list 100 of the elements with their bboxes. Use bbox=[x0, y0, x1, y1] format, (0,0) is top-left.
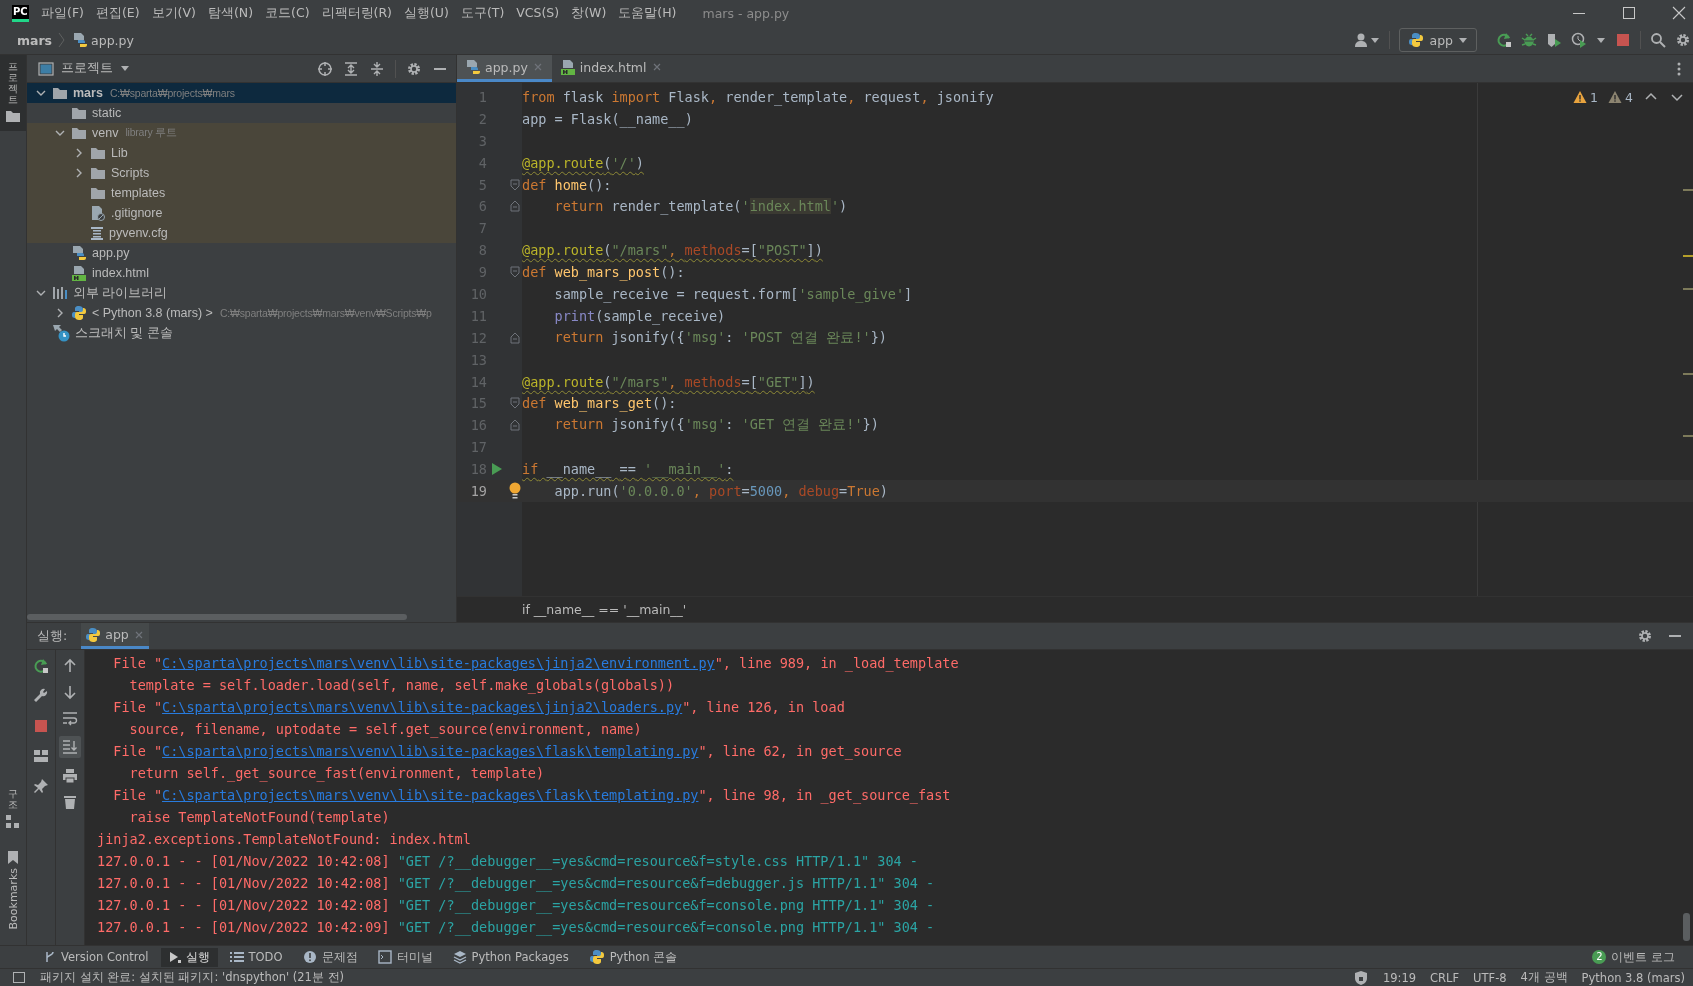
menu-item[interactable]: 도움말(H) bbox=[618, 4, 677, 22]
menu-item[interactable]: 리팩터링(R) bbox=[321, 4, 392, 22]
profile-icon[interactable] bbox=[1571, 32, 1587, 48]
menu-item[interactable]: 보기(V) bbox=[151, 4, 196, 22]
tool-window-button[interactable]: 터미널 bbox=[369, 947, 441, 967]
tree-item[interactable]: pyvenv.cfg bbox=[27, 223, 456, 243]
side-tab[interactable]: 구조 bbox=[0, 781, 26, 836]
panel-title-dropdown[interactable]: 프로젝트 bbox=[35, 60, 130, 77]
fold-icon[interactable] bbox=[509, 178, 520, 191]
scrollbar[interactable] bbox=[1683, 913, 1690, 941]
fold-icon[interactable] bbox=[509, 266, 520, 279]
menu-item[interactable]: 도구(T) bbox=[460, 4, 505, 22]
editor-tab[interactable]: index.html bbox=[551, 55, 671, 82]
tree-item[interactable]: static bbox=[27, 103, 456, 123]
rerun-icon[interactable] bbox=[33, 658, 49, 674]
tree-item[interactable]: app.py bbox=[27, 243, 456, 263]
tree-item[interactable]: Scripts bbox=[27, 163, 456, 183]
tree-item[interactable]: 스크래치 및 콘솔 bbox=[27, 323, 456, 343]
locate-icon[interactable] bbox=[317, 60, 333, 77]
run-icon[interactable] bbox=[491, 462, 503, 477]
console-line: File "C:\sparta\projects\mars\venv\lib\site-packages\jinja2\environment.py", line 989, in _load_template bbox=[112, 654, 960, 674]
file-link[interactable]: C:\sparta\projects\mars\venv\lib\site-packages\jinja2\environment.py bbox=[162, 655, 715, 671]
status-item[interactable]: Python 3.8 (mars) bbox=[1581, 970, 1685, 985]
editor-tab[interactable]: app.py bbox=[457, 55, 552, 82]
tree-item[interactable]: venv library 루트 bbox=[27, 123, 456, 143]
app-logo: PC bbox=[12, 4, 29, 22]
run-config-dropdown[interactable]: app bbox=[1399, 28, 1477, 52]
panel-toggle-icon[interactable] bbox=[12, 971, 26, 984]
menu-item[interactable]: 창(W) bbox=[571, 4, 607, 22]
menu-item[interactable]: 탐색(N) bbox=[207, 4, 254, 22]
layout-icon[interactable] bbox=[33, 748, 49, 764]
fold-icon[interactable] bbox=[509, 419, 520, 432]
tree-item[interactable]: index.html bbox=[27, 263, 456, 283]
down-arrow-icon[interactable] bbox=[62, 684, 78, 700]
tree-item[interactable]: templates bbox=[27, 183, 456, 203]
wrench-icon[interactable] bbox=[33, 688, 49, 704]
menu-item[interactable]: 파일(F) bbox=[41, 4, 84, 22]
fold-icon[interactable] bbox=[509, 200, 520, 213]
file-link[interactable]: C:\sparta\projects\mars\venv\lib\site-packages\jinja2\loaders.py bbox=[162, 699, 683, 715]
tree-item[interactable]: Lib bbox=[27, 143, 456, 163]
scrollbar[interactable] bbox=[27, 614, 407, 620]
console-line: File "C:\sparta\projects\mars\venv\lib\site-packages\flask\templating.py", line 62, in get_source bbox=[112, 742, 903, 762]
code-line: sample_receive = request.form['sample_give'] bbox=[553, 285, 913, 302]
caret-icon[interactable] bbox=[1596, 36, 1606, 44]
tool-window-button[interactable]: Python Packages bbox=[444, 948, 577, 966]
scroll-to-end-icon[interactable] bbox=[59, 736, 81, 758]
file-link[interactable]: C:\sparta\projects\mars\venv\lib\site-packages\flask\templating.py bbox=[162, 787, 699, 803]
up-arrow-icon[interactable] bbox=[62, 658, 78, 674]
user-icon[interactable] bbox=[1354, 32, 1369, 48]
tree-item[interactable]: .gitignore bbox=[27, 203, 456, 223]
pin-icon[interactable] bbox=[33, 778, 49, 794]
close-icon[interactable] bbox=[1671, 5, 1687, 21]
tree-item[interactable]: < Python 3.8 (mars) > C:₩sparta₩projects₩mars₩venv₩Scripts₩p bbox=[27, 303, 456, 323]
collapse-all-icon[interactable] bbox=[369, 60, 385, 77]
search-icon[interactable] bbox=[1650, 32, 1666, 48]
wrap-icon[interactable] bbox=[62, 710, 78, 726]
lightbulb-icon[interactable] bbox=[507, 481, 522, 500]
status-item[interactable]: UTF-8 bbox=[1473, 970, 1507, 985]
tree-item[interactable]: mars C:₩sparta₩projects₩mars bbox=[27, 83, 456, 103]
stop-icon[interactable] bbox=[1615, 32, 1631, 48]
tree-item[interactable]: 외부 라이브러리 bbox=[27, 283, 456, 303]
stop-icon[interactable] bbox=[33, 718, 49, 734]
tool-window-button[interactable]: TODO bbox=[221, 948, 291, 966]
trash-icon[interactable] bbox=[62, 794, 78, 810]
breadcrumb-item[interactable]: app.py bbox=[72, 32, 134, 48]
menu-item[interactable]: 코드(C) bbox=[265, 4, 310, 22]
menu-item[interactable]: 편집(E) bbox=[95, 4, 140, 22]
side-tab[interactable]: Bookmarks bbox=[0, 843, 26, 935]
breadcrumb-item[interactable]: mars bbox=[17, 32, 53, 48]
maximize-icon[interactable] bbox=[1621, 5, 1637, 21]
event-log-button[interactable]: 2 이벤트 로그 bbox=[1584, 947, 1683, 967]
inspection-counter[interactable]: 4 bbox=[1608, 89, 1633, 105]
side-tab[interactable]: 프로젝트 bbox=[0, 55, 26, 131]
expand-all-icon[interactable] bbox=[343, 60, 359, 77]
settings-icon[interactable] bbox=[1637, 628, 1653, 644]
status-message[interactable]: 패키지 설치 완료: 설치된 패키지: 'dnspython' (21분 전) bbox=[40, 970, 345, 985]
tool-window-button[interactable]: 문제점 bbox=[294, 947, 366, 967]
rerun-icon[interactable] bbox=[1496, 32, 1512, 48]
tool-window-button[interactable]: Python 콘솔 bbox=[580, 947, 686, 967]
status-item[interactable]: 19:19 bbox=[1382, 970, 1417, 985]
print-icon[interactable] bbox=[62, 768, 78, 784]
run-tab[interactable]: app bbox=[81, 623, 149, 649]
file-link[interactable]: C:\sparta\projects\mars\venv\lib\site-packages\flask\templating.py bbox=[162, 743, 699, 759]
code-line: def web_mars_post(): bbox=[522, 264, 685, 281]
menu-item[interactable]: VCS(S) bbox=[516, 4, 560, 22]
fold-icon[interactable] bbox=[509, 331, 520, 344]
settings-icon[interactable] bbox=[406, 60, 422, 77]
settings-icon[interactable] bbox=[1675, 32, 1691, 48]
coverage-icon[interactable] bbox=[1546, 32, 1562, 48]
tool-window-button[interactable]: Version Control bbox=[36, 948, 157, 966]
fold-icon[interactable] bbox=[509, 397, 520, 410]
caret-icon[interactable] bbox=[1370, 36, 1381, 44]
bug-icon[interactable] bbox=[1521, 32, 1537, 48]
console-line: jinja2.exceptions.TemplateNotFound: index.html bbox=[97, 830, 472, 849]
shield-icon[interactable] bbox=[1352, 969, 1369, 986]
status-item[interactable]: CRLF bbox=[1430, 970, 1460, 985]
tool-window-button[interactable]: 실행 bbox=[160, 947, 218, 967]
inspection-counter[interactable]: 1 bbox=[1573, 89, 1599, 105]
status-item[interactable]: 4개 공백 bbox=[1520, 970, 1568, 985]
menu-item[interactable]: 실행(U) bbox=[403, 4, 449, 22]
